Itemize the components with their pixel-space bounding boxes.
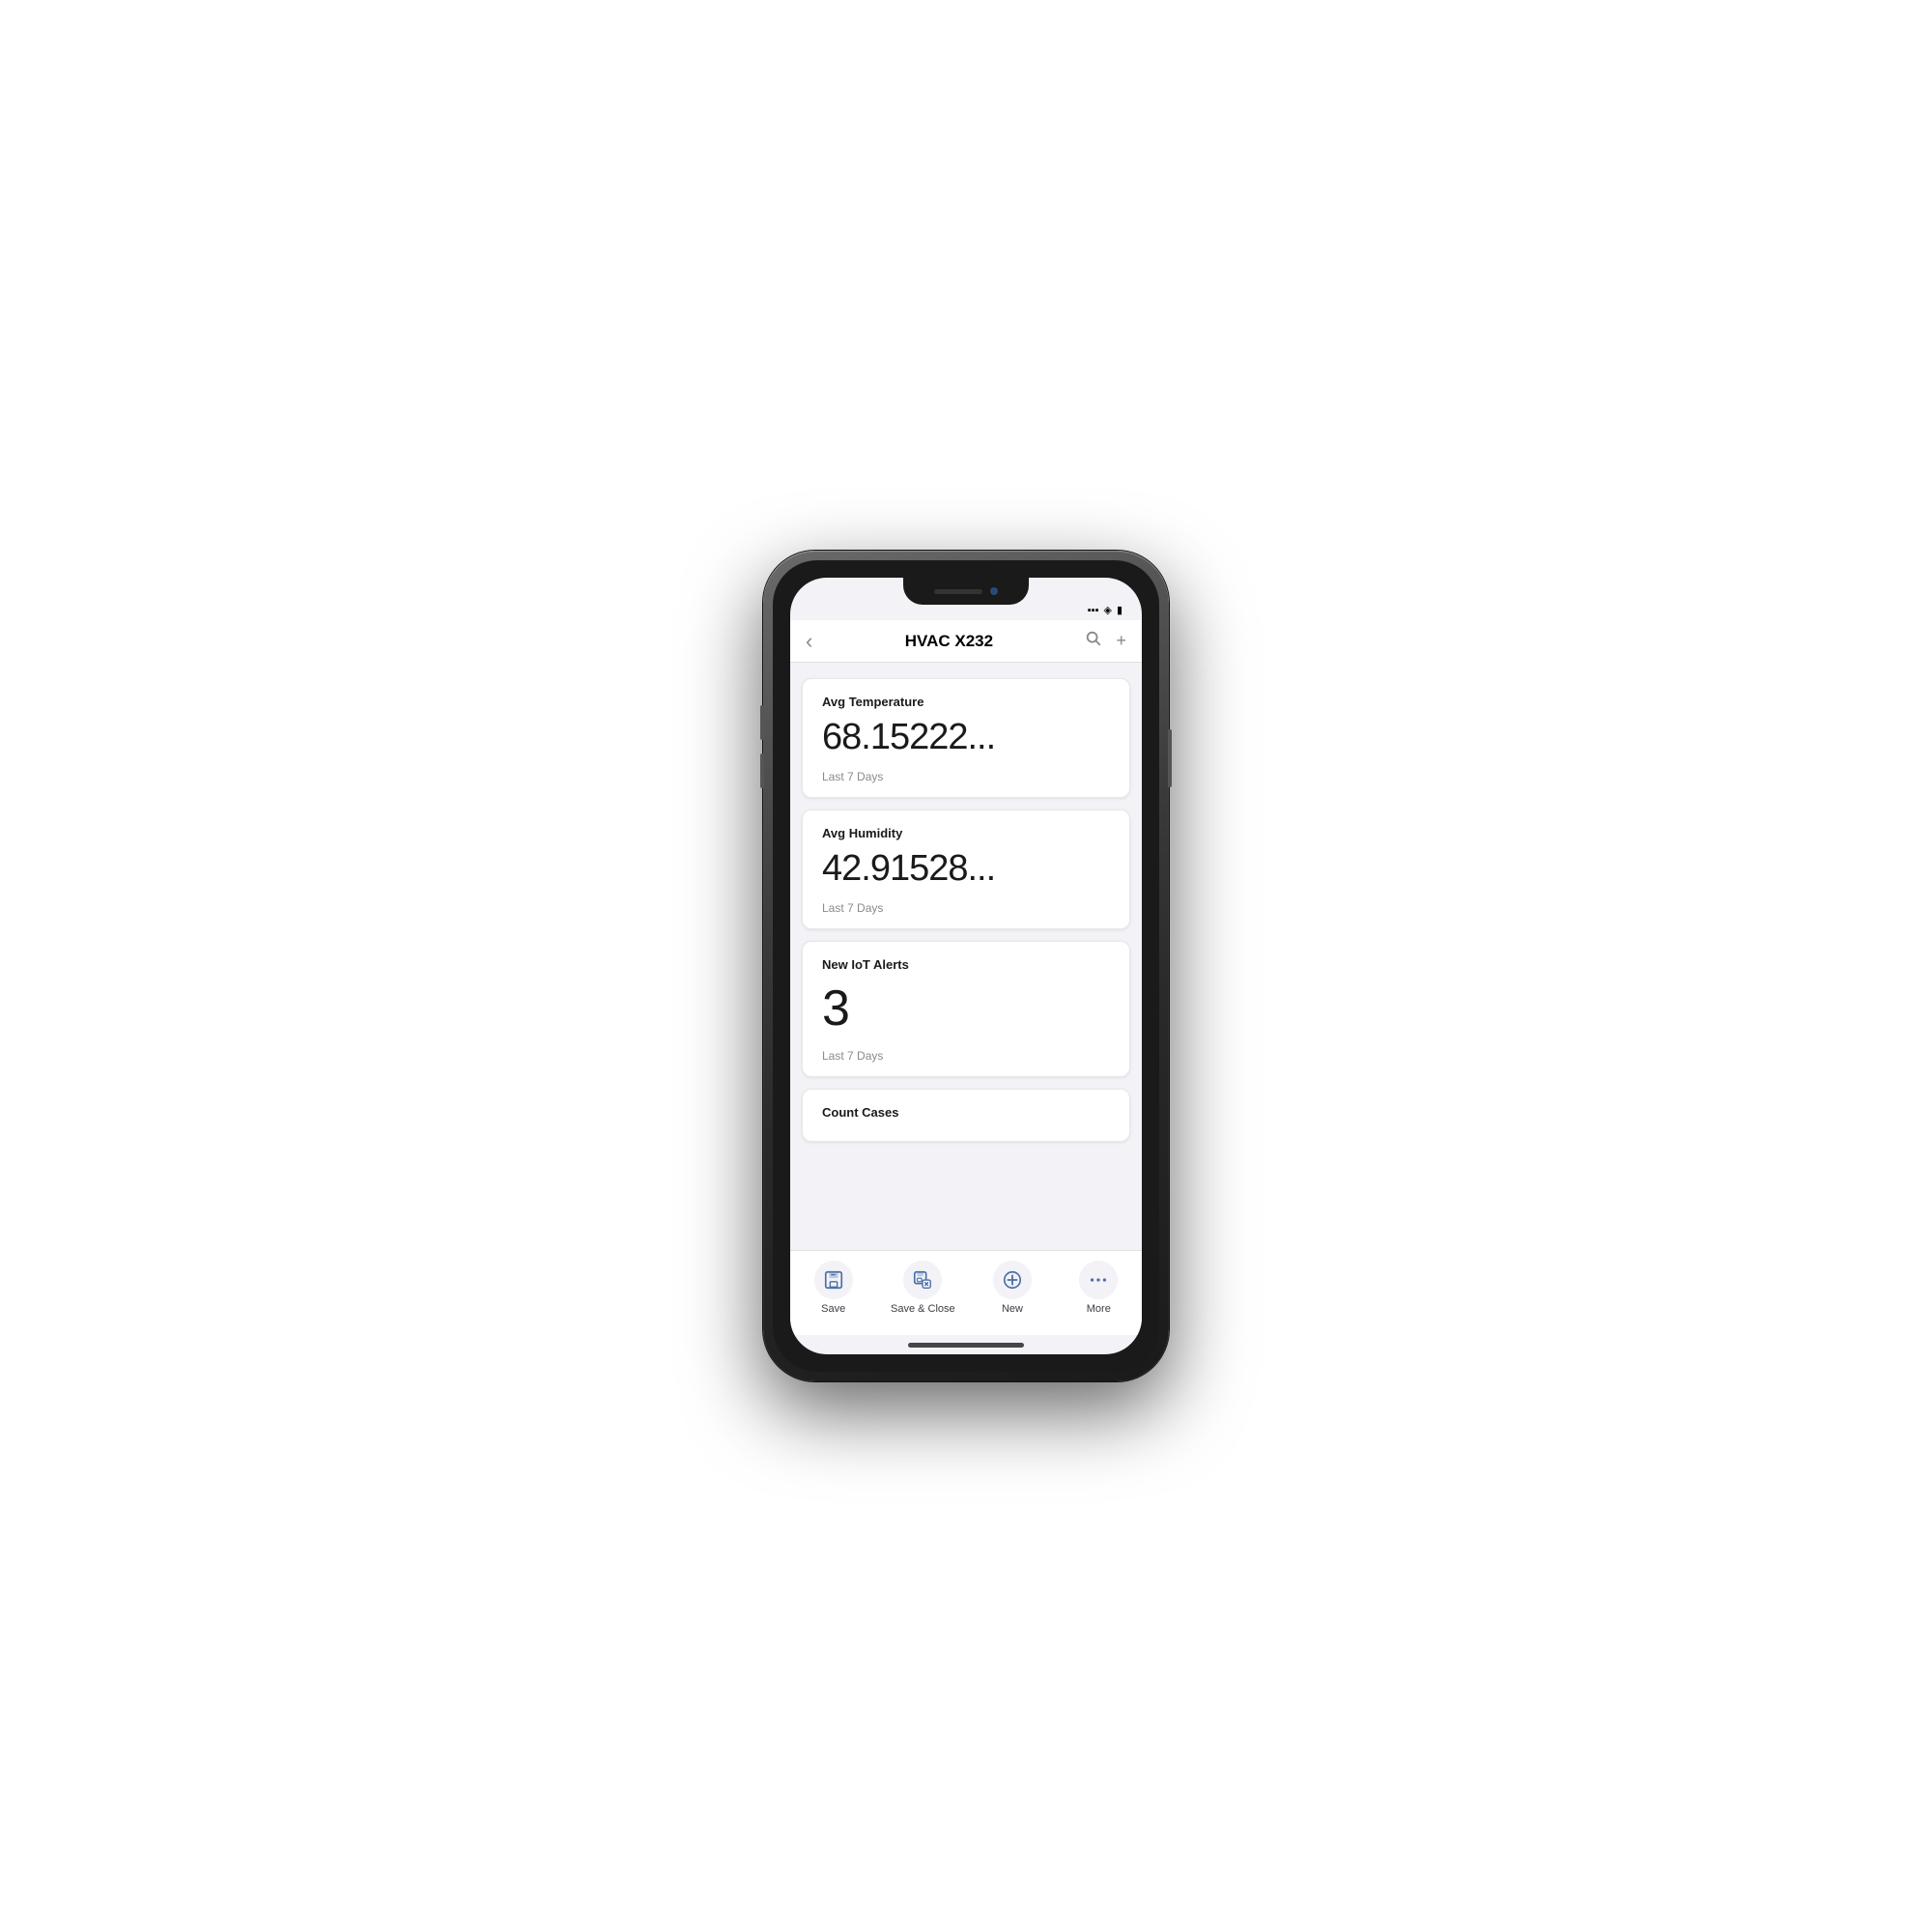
new-iot-alerts-value: 3: [822, 980, 1110, 1037]
battery-icon: ▮: [1117, 604, 1122, 616]
content-area: Avg Temperature 68.15222... Last 7 Days …: [790, 663, 1142, 1250]
notch-camera: [990, 587, 998, 595]
new-iot-alerts-footer: Last 7 Days: [822, 1049, 1110, 1063]
avg-humidity-card[interactable]: Avg Humidity 42.91528... Last 7 Days: [802, 810, 1130, 929]
avg-humidity-footer: Last 7 Days: [822, 901, 1110, 915]
nav-actions: +: [1085, 630, 1126, 652]
save-close-label: Save & Close: [891, 1303, 955, 1315]
phone-shell: ▪▪▪ ◈ ▮ ‹ HVAC X232: [763, 551, 1169, 1381]
power-button: [1168, 729, 1172, 787]
avg-humidity-value: 42.91528...: [822, 848, 1110, 890]
nav-bar: ‹ HVAC X232 +: [790, 620, 1142, 663]
notch-speaker: [934, 589, 982, 594]
home-bar: [908, 1343, 1024, 1348]
notch: [903, 578, 1029, 605]
new-iot-alerts-card[interactable]: New IoT Alerts 3 Last 7 Days: [802, 941, 1130, 1077]
volume-up-button: [760, 705, 764, 740]
count-cases-label: Count Cases: [822, 1105, 1110, 1120]
status-icons: ▪▪▪ ◈ ▮: [1088, 604, 1122, 616]
avg-temperature-footer: Last 7 Days: [822, 770, 1110, 783]
save-icon: [814, 1261, 853, 1299]
save-close-icon: [903, 1261, 942, 1299]
avg-humidity-label: Avg Humidity: [822, 826, 1110, 840]
more-label: More: [1087, 1303, 1111, 1315]
search-icon[interactable]: [1085, 630, 1102, 652]
back-button[interactable]: ‹: [806, 629, 812, 654]
phone-bezel: ▪▪▪ ◈ ▮ ‹ HVAC X232: [773, 560, 1159, 1372]
more-icon: [1079, 1261, 1118, 1299]
phone-device: ▪▪▪ ◈ ▮ ‹ HVAC X232: [763, 551, 1169, 1381]
new-label: New: [1002, 1303, 1023, 1315]
phone-screen: ▪▪▪ ◈ ▮ ‹ HVAC X232: [790, 578, 1142, 1354]
more-button[interactable]: More: [1069, 1261, 1127, 1315]
save-close-button[interactable]: Save & Close: [891, 1261, 955, 1315]
new-iot-alerts-label: New IoT Alerts: [822, 957, 1110, 972]
page-title: HVAC X232: [905, 632, 993, 651]
home-indicator: [790, 1335, 1142, 1354]
volume-down-button: [760, 753, 764, 788]
avg-temperature-label: Avg Temperature: [822, 695, 1110, 709]
bottom-toolbar: Save: [790, 1250, 1142, 1335]
wifi-icon: ◈: [1103, 604, 1111, 616]
signal-icon: ▪▪▪: [1088, 605, 1099, 616]
avg-temperature-card[interactable]: Avg Temperature 68.15222... Last 7 Days: [802, 678, 1130, 798]
save-button[interactable]: Save: [805, 1261, 863, 1315]
new-icon: [993, 1261, 1032, 1299]
save-label: Save: [821, 1303, 845, 1315]
add-icon[interactable]: +: [1116, 631, 1126, 651]
count-cases-card[interactable]: Count Cases: [802, 1089, 1130, 1142]
avg-temperature-value: 68.15222...: [822, 717, 1110, 758]
new-button[interactable]: New: [983, 1261, 1041, 1315]
